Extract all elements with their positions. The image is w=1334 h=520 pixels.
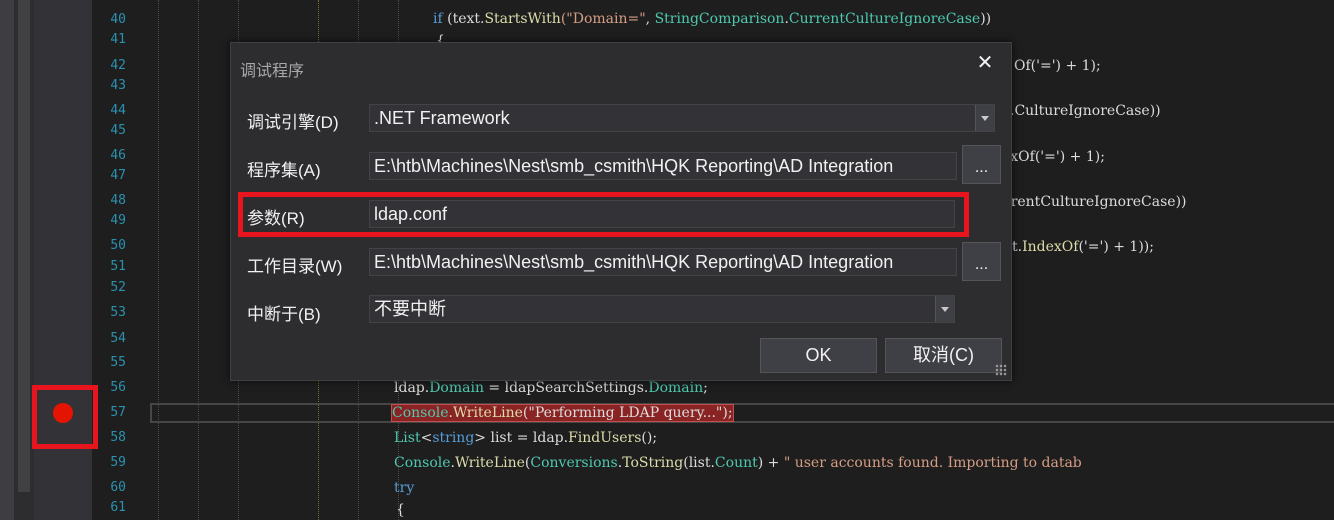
resize-grip-icon[interactable]: [995, 364, 1007, 376]
code-line-50[interactable]: t.IndexOf('=') + 1));: [1012, 238, 1154, 256]
code-line-48[interactable]: rrentCultureIgnoreCase)): [1004, 193, 1187, 211]
debug-program-dialog: 调试程序 ✕ 调试引擎(D) .NET Framework 程序集(A) E:\…: [230, 42, 1012, 381]
vertical-scrollbar[interactable]: [0, 0, 14, 520]
indent-guide: [198, 0, 199, 520]
code-line-56[interactable]: ldap.Domain = ldapSearchSettings.Domain;: [394, 379, 708, 397]
chevron-down-icon[interactable]: [935, 296, 954, 322]
engine-label: 调试引擎(D): [247, 113, 339, 132]
code-line-61[interactable]: {: [396, 501, 405, 519]
args-annotation-box: [238, 192, 969, 237]
engine-select[interactable]: .NET Framework: [369, 104, 995, 132]
close-icon[interactable]: ✕: [973, 51, 997, 75]
line-number: 45: [110, 123, 126, 138]
line-number: 48: [110, 193, 126, 208]
current-line-highlight: [150, 403, 1334, 423]
break-select[interactable]: 不要中断: [369, 295, 955, 323]
workdir-browse-button[interactable]: ...: [962, 242, 1001, 281]
code-line-60[interactable]: try: [394, 479, 414, 497]
line-number: 46: [110, 148, 126, 163]
line-number: 52: [110, 280, 126, 295]
workdir-label: 工作目录(W): [247, 257, 343, 276]
line-number: 42: [110, 58, 126, 73]
engine-value: .NET Framework: [374, 108, 510, 128]
line-number: 41: [110, 32, 126, 47]
cancel-button[interactable]: 取消(C): [885, 338, 1002, 373]
code-line-58[interactable]: List<string> list = ldap.FindUsers();: [394, 429, 657, 447]
code-line-57[interactable]: Console.WriteLine("Performing LDAP query…: [391, 404, 734, 422]
line-number: 55: [110, 355, 126, 370]
indent-guide: [158, 0, 159, 520]
line-number: 54: [110, 331, 126, 346]
assembly-label: 程序集(A): [247, 161, 321, 180]
line-number: 53: [110, 305, 126, 320]
breakpoint-code-highlight: Console.WriteLine("Performing LDAP query…: [391, 404, 734, 422]
line-number: 51: [110, 259, 126, 274]
line-number: 60: [110, 480, 126, 495]
line-number: 44: [110, 103, 126, 118]
line-number: 47: [110, 168, 126, 183]
code-line-59[interactable]: Console.WriteLine(Conversions.ToString(l…: [394, 454, 1082, 472]
breakpoint-annotation-box: [32, 385, 98, 449]
dialog-title: 调试程序: [240, 63, 305, 80]
assembly-input[interactable]: E:\htb\Machines\Nest\smb_csmith\HQK Repo…: [369, 152, 957, 180]
toolbox-panel-edge: [18, 0, 30, 492]
chevron-down-icon[interactable]: [975, 105, 994, 131]
assembly-browse-button[interactable]: ...: [962, 145, 1001, 184]
code-line-46[interactable]: exOf('=') + 1);: [1002, 148, 1105, 166]
line-number: 61: [110, 500, 126, 515]
break-value: 不要中断: [374, 299, 446, 319]
line-number: 43: [110, 78, 126, 93]
break-label: 中断于(B): [247, 305, 321, 324]
left-window-strip: [0, 0, 34, 520]
workdir-input[interactable]: E:\htb\Machines\Nest\smb_csmith\HQK Repo…: [369, 248, 957, 276]
code-line-40[interactable]: if (text.StartsWith("Domain=", StringCom…: [433, 10, 991, 28]
line-number: 40: [110, 12, 126, 27]
code-line-42[interactable]: Of('=') + 1);: [1014, 57, 1101, 75]
code-line-44[interactable]: .CultureIgnoreCase)): [1010, 102, 1161, 120]
ok-button[interactable]: OK: [760, 338, 877, 373]
line-number: 49: [110, 213, 126, 228]
line-number: 50: [110, 238, 126, 253]
line-number: 59: [110, 455, 126, 470]
